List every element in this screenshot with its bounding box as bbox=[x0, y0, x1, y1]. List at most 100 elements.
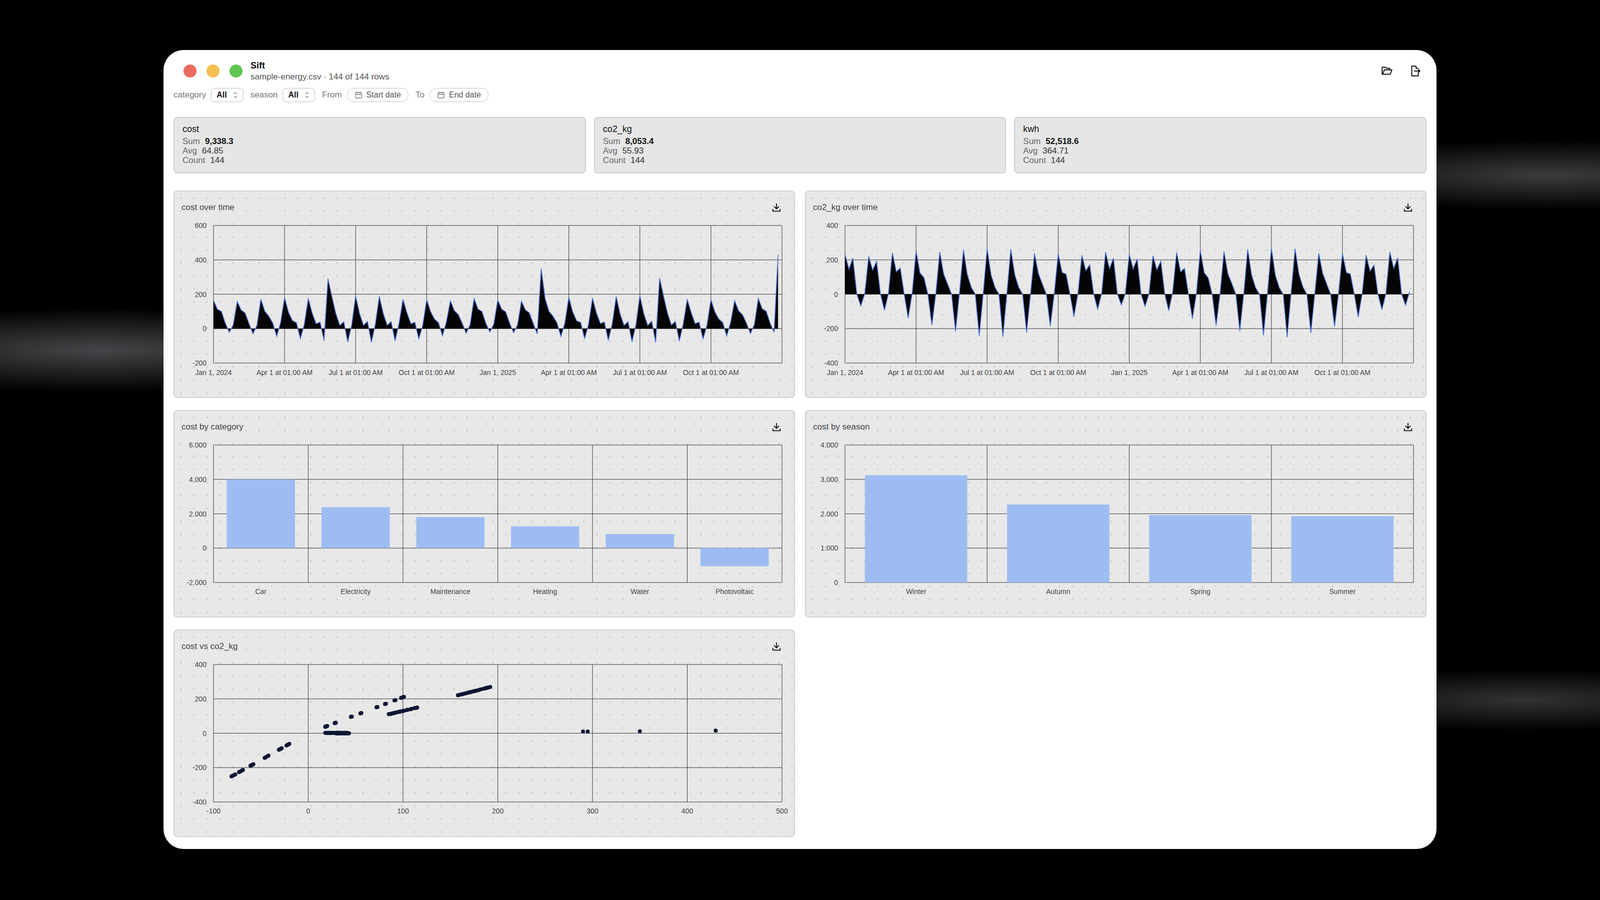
filter-select[interactable]: All bbox=[282, 88, 315, 102]
data-point[interactable] bbox=[333, 731, 338, 736]
date-picker[interactable]: End date bbox=[429, 88, 489, 102]
data-point[interactable] bbox=[347, 731, 351, 736]
window-control-button[interactable] bbox=[229, 64, 243, 78]
data-point[interactable] bbox=[333, 721, 338, 725]
data-point[interactable] bbox=[462, 691, 467, 696]
data-point[interactable] bbox=[279, 746, 283, 751]
data-point[interactable] bbox=[265, 754, 270, 758]
data-point[interactable] bbox=[341, 731, 346, 736]
bar[interactable] bbox=[1007, 504, 1110, 583]
bar[interactable] bbox=[1149, 515, 1252, 583]
folder-open-icon[interactable] bbox=[1380, 64, 1394, 78]
data-point[interactable] bbox=[328, 731, 332, 735]
data-point[interactable] bbox=[486, 685, 491, 690]
file-export-icon[interactable] bbox=[1408, 64, 1422, 78]
data-point[interactable] bbox=[485, 685, 490, 690]
data-point[interactable] bbox=[475, 688, 479, 693]
bar[interactable] bbox=[700, 548, 769, 566]
data-point[interactable] bbox=[266, 753, 271, 758]
download-icon[interactable] bbox=[1402, 421, 1414, 433]
data-point[interactable] bbox=[383, 702, 387, 706]
data-point[interactable] bbox=[336, 731, 341, 736]
data-point[interactable] bbox=[346, 731, 350, 736]
data-point[interactable] bbox=[335, 731, 340, 736]
data-point[interactable] bbox=[413, 706, 418, 710]
data-point[interactable] bbox=[327, 731, 331, 735]
data-point[interactable] bbox=[324, 724, 329, 729]
data-point[interactable] bbox=[329, 731, 333, 735]
data-point[interactable] bbox=[342, 731, 347, 736]
data-point[interactable] bbox=[473, 689, 477, 693]
data-point[interactable] bbox=[472, 689, 476, 693]
data-point[interactable] bbox=[277, 748, 281, 752]
download-icon[interactable] bbox=[771, 421, 782, 433]
data-point[interactable] bbox=[344, 730, 348, 735]
bar[interactable] bbox=[865, 475, 968, 583]
data-point[interactable] bbox=[393, 698, 398, 702]
data-point[interactable] bbox=[333, 721, 338, 725]
window-control-button[interactable] bbox=[183, 64, 197, 78]
bar[interactable] bbox=[1291, 516, 1394, 583]
data-point[interactable] bbox=[249, 763, 254, 767]
data-point[interactable] bbox=[388, 712, 393, 716]
data-point[interactable] bbox=[335, 730, 340, 735]
data-point[interactable] bbox=[248, 763, 253, 768]
data-point[interactable] bbox=[229, 774, 234, 779]
data-point[interactable] bbox=[241, 768, 245, 772]
data-point[interactable] bbox=[335, 731, 340, 736]
data-point[interactable] bbox=[337, 731, 342, 736]
data-point[interactable] bbox=[359, 711, 364, 715]
data-point[interactable] bbox=[401, 695, 405, 699]
data-point[interactable] bbox=[460, 692, 465, 696]
data-point[interactable] bbox=[358, 711, 363, 716]
data-point[interactable] bbox=[405, 708, 409, 712]
data-point[interactable] bbox=[334, 730, 339, 735]
data-point[interactable] bbox=[581, 729, 585, 734]
data-point[interactable] bbox=[285, 743, 290, 747]
data-point[interactable] bbox=[638, 729, 642, 733]
data-point[interactable] bbox=[237, 770, 241, 774]
data-point[interactable] bbox=[484, 686, 489, 690]
data-point[interactable] bbox=[465, 691, 470, 695]
bar[interactable] bbox=[511, 526, 579, 549]
data-point[interactable] bbox=[396, 710, 401, 714]
data-point[interactable] bbox=[350, 714, 354, 719]
data-point[interactable] bbox=[399, 709, 403, 714]
bar[interactable] bbox=[416, 517, 485, 548]
bar[interactable] bbox=[227, 479, 295, 549]
data-point[interactable] bbox=[392, 711, 397, 715]
data-point[interactable] bbox=[233, 772, 238, 777]
data-point[interactable] bbox=[331, 731, 335, 735]
data-point[interactable] bbox=[467, 690, 472, 695]
window-control-button[interactable] bbox=[206, 64, 220, 78]
data-point[interactable] bbox=[279, 746, 284, 750]
data-point[interactable] bbox=[324, 724, 329, 729]
data-point[interactable] bbox=[346, 731, 350, 736]
data-point[interactable] bbox=[336, 731, 341, 736]
data-point[interactable] bbox=[468, 690, 473, 694]
download-icon[interactable] bbox=[771, 641, 782, 652]
data-point[interactable] bbox=[586, 729, 590, 734]
bar[interactable] bbox=[606, 534, 674, 548]
download-icon[interactable] bbox=[1402, 202, 1414, 213]
data-point[interactable] bbox=[477, 688, 481, 692]
data-point[interactable] bbox=[250, 762, 255, 767]
data-point[interactable] bbox=[286, 742, 291, 747]
data-point[interactable] bbox=[334, 731, 339, 736]
data-point[interactable] bbox=[478, 687, 483, 692]
data-point[interactable] bbox=[405, 707, 410, 712]
data-point[interactable] bbox=[389, 711, 394, 716]
download-icon[interactable] bbox=[771, 202, 782, 213]
data-point[interactable] bbox=[473, 689, 477, 693]
data-point[interactable] bbox=[409, 707, 414, 711]
filter-select[interactable]: All bbox=[211, 88, 243, 102]
data-point[interactable] bbox=[415, 705, 419, 710]
data-point[interactable] bbox=[333, 721, 337, 725]
data-point[interactable] bbox=[334, 731, 339, 736]
data-point[interactable] bbox=[459, 692, 464, 696]
data-point[interactable] bbox=[375, 705, 380, 709]
data-point[interactable] bbox=[342, 731, 347, 736]
data-point[interactable] bbox=[390, 711, 395, 716]
data-point[interactable] bbox=[323, 724, 328, 729]
data-point[interactable] bbox=[324, 724, 329, 729]
